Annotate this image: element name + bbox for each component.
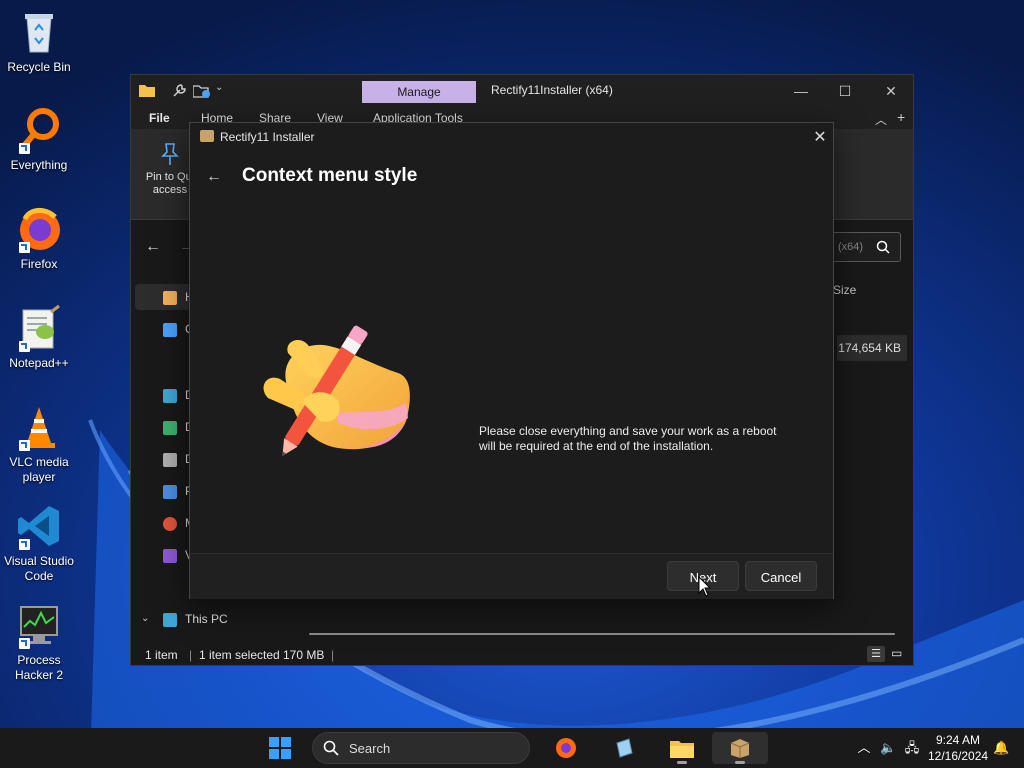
running-indicator [677, 761, 687, 764]
shortcut-arrow-icon [19, 242, 30, 253]
quick-access-dropdown-icon[interactable]: ⌄ [215, 82, 223, 93]
shortcut-arrow-icon [19, 440, 30, 451]
wrench-icon[interactable] [171, 83, 187, 99]
desktop-folder-icon [163, 388, 177, 403]
tab-manage[interactable]: Manage [362, 81, 476, 103]
desktop-icon-everything[interactable]: Everything [2, 106, 76, 173]
new-folder-icon[interactable] [193, 83, 211, 99]
everything-search-icon [15, 106, 63, 154]
document-icon [163, 452, 177, 467]
shortcut-arrow-icon [19, 143, 30, 154]
status-size: 170 MB [283, 648, 325, 662]
firefox-icon [556, 738, 576, 758]
home-icon [163, 290, 177, 305]
explorer-search-input[interactable]: (x64) [831, 232, 901, 262]
shortcut-arrow-icon [19, 341, 30, 352]
horizontal-scrollbar[interactable] [309, 633, 895, 635]
taskbar-search-label: Search [349, 741, 391, 756]
taskbar-app-rectify11-installer[interactable] [712, 732, 768, 764]
taskbar-app-file-explorer[interactable] [664, 732, 700, 764]
clock-date: 12/16/2024 [928, 749, 989, 763]
details-view-icon[interactable]: ☰ [867, 646, 885, 662]
status-divider: | [331, 648, 335, 662]
dialog-footer: Next Cancel [190, 553, 833, 599]
back-arrow-icon[interactable]: ← [202, 165, 226, 189]
taskbar-search-box[interactable]: Search [312, 732, 530, 764]
vscode-icon [15, 502, 63, 550]
shortcut-arrow-icon [19, 539, 30, 550]
search-placeholder: (x64) [838, 241, 864, 253]
reboot-warning-message: Please close everything and save your wo… [479, 424, 777, 453]
installer-title: Rectify11 Installer [220, 130, 315, 144]
minimize-icon[interactable]: — [791, 81, 811, 101]
taskbar: Search ︿ 🔈 🖧 9:24 AM 12/16/2024 🔔 [0, 728, 1024, 768]
nav-item-this-pc[interactable]: ⌄ This PC [135, 606, 285, 632]
pin-icon [161, 143, 179, 165]
notepad-plus-plus-icon [15, 304, 63, 352]
status-item-count: 1 item [145, 648, 178, 662]
computer-icon [163, 612, 177, 627]
taskbar-clock[interactable]: 9:24 AM 12/16/2024 [928, 732, 988, 764]
network-icon[interactable]: 🖧 [904, 740, 920, 756]
desktop-icon-vscode[interactable]: Visual Studio Code [2, 502, 76, 584]
back-arrow-icon[interactable]: ← [145, 238, 161, 256]
firefox-icon [15, 205, 63, 253]
running-indicator [735, 761, 745, 764]
recycle-bin-icon [15, 8, 63, 56]
tab-file[interactable]: File [149, 111, 170, 125]
desktop-icon-process-hacker[interactable]: Process Hacker 2 [2, 601, 76, 683]
windows-start-icon[interactable] [268, 736, 292, 760]
shortcut-arrow-icon [19, 638, 30, 649]
tray-overflow-chevron-icon[interactable]: ︿ [856, 740, 872, 756]
folder-icon [139, 85, 155, 97]
notification-bell-icon[interactable]: 🔔 [993, 740, 1009, 756]
installer-package-icon [730, 739, 750, 758]
taskbar-app-firefox[interactable] [548, 732, 584, 764]
collapse-ribbon-icon[interactable]: ︿ [875, 111, 887, 128]
desktop-icon-notepad-plus-plus[interactable]: Notepad++ [2, 304, 76, 371]
desktop-icon-recycle-bin[interactable]: Recycle Bin [2, 8, 76, 75]
desktop-icon-firefox[interactable]: Firefox [2, 205, 76, 272]
folder-icon [670, 741, 694, 758]
add-tab-icon[interactable]: + [897, 109, 905, 125]
status-selected: 1 item selected [199, 648, 280, 662]
videos-icon [163, 548, 177, 563]
close-icon[interactable]: ✕ [881, 81, 901, 101]
volume-muted-icon[interactable]: 🔈 [880, 740, 896, 756]
mouse-cursor-icon [698, 576, 712, 597]
pictures-icon [163, 484, 177, 499]
tiles-view-icon[interactable]: ▭ [891, 646, 902, 660]
hand-writing-pencil-icon [263, 325, 410, 456]
chevron-down-icon: ⌄ [141, 613, 150, 624]
status-divider: | [189, 648, 193, 662]
cancel-button[interactable]: Cancel [745, 561, 817, 591]
taskbar-app-notepad[interactable] [606, 732, 642, 764]
clock-time: 9:24 AM [935, 733, 981, 747]
page-title: Context menu style [242, 165, 418, 186]
vlc-cone-icon [15, 403, 63, 451]
maximize-icon[interactable]: ☐ [835, 81, 855, 101]
close-icon[interactable]: ✕ [808, 126, 832, 150]
music-icon [163, 516, 177, 531]
explorer-titlebar[interactable]: ⌄ Manage Rectify11Installer (x64) — ☐ ✕ [131, 75, 913, 107]
file-size-cell: 174,654 KB [837, 335, 907, 361]
search-icon [323, 740, 339, 756]
download-icon [163, 420, 177, 435]
installer-package-icon [200, 130, 214, 142]
process-hacker-icon [15, 601, 63, 649]
explorer-status-bar: 1 item | 1 item selected 170 MB | ☰ ▭ [131, 645, 913, 665]
search-icon [876, 240, 890, 254]
desktop-icon-vlc[interactable]: VLC media player [2, 403, 76, 485]
explorer-window-title: Rectify11Installer (x64) [491, 83, 613, 97]
column-header-size[interactable]: Size [833, 283, 856, 297]
installer-dialog[interactable]: Rectify11 Installer ✕ ← Context menu sty… [189, 122, 834, 599]
notepad-icon [616, 738, 633, 758]
gallery-icon [163, 322, 177, 337]
